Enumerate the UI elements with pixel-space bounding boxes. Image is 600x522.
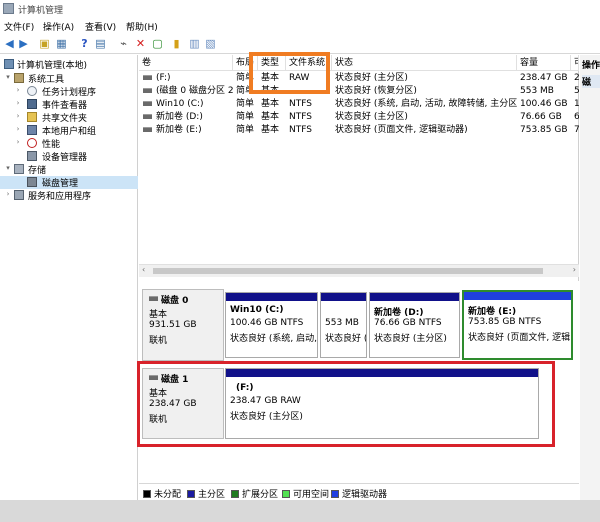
wizard-icon[interactable]: ▧	[204, 37, 217, 50]
menu-bar: 文件(F) 操作(A) 查看(V) 帮助(H)	[0, 18, 600, 34]
up-folder-icon[interactable]: ▣	[38, 37, 51, 50]
console-tree: 计算机管理(本地) ▾ 系统工具 › 任务计划程序 › 事件查看器 › 共享文件…	[0, 55, 138, 522]
primary-partition-bar	[321, 293, 366, 301]
actions-header: 操作	[582, 61, 600, 71]
expand-icon[interactable]: ›	[14, 138, 22, 146]
status-bar	[0, 500, 600, 522]
volume-icon	[143, 114, 152, 119]
table-row[interactable]: (磁盘 0 磁盘分区 2) 简单 基本 状态良好 (恢复分区) 553 MB 5	[139, 85, 579, 97]
device-manager-icon	[27, 151, 37, 161]
shared-folder-icon	[27, 112, 37, 122]
table-row[interactable]: 新加卷 (D:) 简单 基本 NTFS 状态良好 (主分区) 76.66 GB …	[139, 111, 579, 123]
tools-icon	[14, 73, 24, 83]
partition-e[interactable]: 新加卷 (E:) 753.85 GB NTFS 状态良好 (页面文件, 逻辑	[462, 290, 573, 360]
title-bar: 计算机管理	[0, 0, 600, 18]
delete-icon[interactable]: ✕	[134, 37, 147, 50]
export-icon[interactable]: ▮	[170, 37, 183, 50]
legend-swatch	[143, 490, 151, 498]
legend-primary: 主分区	[187, 487, 225, 500]
scroll-left-icon[interactable]: ‹	[142, 265, 145, 274]
disk-0-header[interactable]: 磁盘 0 基本 931.51 GB 联机	[142, 289, 224, 361]
actions-item[interactable]: 磁	[582, 75, 600, 88]
expand-icon[interactable]: ▾	[4, 73, 12, 81]
import-icon[interactable]: ▥	[188, 37, 201, 50]
toolbar: ◀ ▶ ▣ ▦ ? ▤ ⌁ ✕ ▢ ▮ ▥ ▧	[0, 34, 600, 54]
legend: 未分配 主分区 扩展分区 可用空间 逻辑驱动器	[139, 483, 579, 500]
legend-swatch	[331, 490, 339, 498]
col-header-capacity[interactable]: 容量	[517, 55, 571, 71]
highlight-box-type-filesystem	[249, 52, 330, 94]
tree-item-disk-management[interactable]: 磁盘管理	[0, 176, 138, 189]
table-row[interactable]: Win10 (C:) 简单 基本 NTFS 状态良好 (系统, 启动, 活动, …	[139, 98, 579, 110]
partition-c[interactable]: Win10 (C:) 100.46 GB NTFS 状态良好 (系统, 启动,	[225, 292, 318, 358]
help-icon[interactable]: ?	[78, 37, 91, 50]
computer-icon	[4, 59, 14, 69]
legend-free-space: 可用空间	[282, 487, 329, 500]
logical-drive-bar	[464, 292, 571, 300]
forward-icon[interactable]: ▶	[17, 37, 30, 50]
partition-d[interactable]: 新加卷 (D:) 76.66 GB NTFS 状态良好 (主分区)	[369, 292, 460, 358]
storage-icon	[14, 164, 24, 174]
properties-icon[interactable]: ▤	[94, 37, 107, 50]
menu-view[interactable]: 查看(V)	[85, 20, 116, 33]
menu-action[interactable]: 操作(A)	[43, 20, 74, 33]
clock-icon	[27, 86, 37, 96]
tree-item-local-users[interactable]: › 本地用户和组	[0, 124, 138, 137]
users-icon	[27, 125, 37, 135]
expand-icon[interactable]: ▾	[4, 164, 12, 172]
highlight-box-disk-1	[137, 361, 555, 447]
disk-icon	[149, 296, 158, 301]
volume-icon	[143, 75, 152, 80]
legend-swatch	[187, 490, 195, 498]
services-icon	[14, 190, 24, 200]
tree-root[interactable]: 计算机管理(本地)	[0, 58, 138, 71]
tree-item-system-tools[interactable]: ▾ 系统工具	[0, 72, 138, 85]
check-icon[interactable]: ▢	[151, 37, 164, 50]
window-title: 计算机管理	[18, 6, 64, 16]
back-icon[interactable]: ◀	[3, 37, 16, 50]
scroll-right-icon[interactable]: ›	[573, 265, 576, 274]
col-header-volume[interactable]: 卷	[139, 55, 233, 71]
tree-item-services-apps[interactable]: › 服务和应用程序	[0, 189, 138, 202]
primary-partition-bar	[226, 293, 317, 301]
expand-icon[interactable]: ›	[14, 125, 22, 133]
primary-partition-bar	[370, 293, 459, 301]
event-viewer-icon	[27, 99, 37, 109]
disk-icon	[27, 177, 37, 187]
table-row[interactable]: 新加卷 (E:) 简单 基本 NTFS 状态良好 (页面文件, 逻辑驱动器) 7…	[139, 124, 579, 136]
tree-item-storage[interactable]: ▾ 存储	[0, 163, 138, 176]
scroll-thumb[interactable]	[153, 268, 543, 274]
legend-extended: 扩展分区	[231, 487, 278, 500]
col-header-free[interactable]: 可	[571, 55, 579, 71]
legend-swatch	[231, 490, 239, 498]
performance-icon	[27, 138, 37, 148]
connect-icon[interactable]: ⌁	[117, 37, 130, 50]
tree-item-task-scheduler[interactable]: › 任务计划程序	[0, 85, 138, 98]
console-tree-icon[interactable]: ▦	[55, 37, 68, 50]
computer-management-icon	[3, 3, 14, 14]
tree-item-device-manager[interactable]: 设备管理器	[0, 150, 138, 163]
volume-icon	[143, 88, 152, 93]
legend-logical-drive: 逻辑驱动器	[331, 487, 387, 500]
legend-swatch	[282, 490, 290, 498]
menu-file[interactable]: 文件(F)	[4, 20, 34, 33]
actions-pane: 操作 磁	[580, 55, 600, 522]
volume-icon	[143, 127, 152, 132]
horizontal-scrollbar[interactable]: ‹ ›	[139, 264, 579, 277]
expand-icon[interactable]: ›	[4, 190, 12, 198]
col-header-status[interactable]: 状态	[332, 55, 517, 71]
menu-help[interactable]: 帮助(H)	[126, 20, 158, 33]
volume-icon	[143, 101, 152, 106]
tree-item-shared-folders[interactable]: › 共享文件夹	[0, 111, 138, 124]
table-row[interactable]: (F:) 简单 基本 RAW 状态良好 (主分区) 238.47 GB 2	[139, 72, 579, 84]
expand-icon[interactable]: ›	[14, 99, 22, 107]
volume-list: 卷 布局 类型 文件系统 状态 容量 可 (F:) 简单 基本 RAW 状态良好…	[139, 55, 579, 281]
legend-unallocated: 未分配	[143, 487, 181, 500]
partition-recovery[interactable]: 553 MB 状态良好 (	[320, 292, 367, 358]
expand-icon[interactable]: ›	[14, 86, 22, 94]
expand-icon[interactable]: ›	[14, 112, 22, 120]
tree-item-event-viewer[interactable]: › 事件查看器	[0, 98, 138, 111]
tree-item-performance[interactable]: › 性能	[0, 137, 138, 150]
